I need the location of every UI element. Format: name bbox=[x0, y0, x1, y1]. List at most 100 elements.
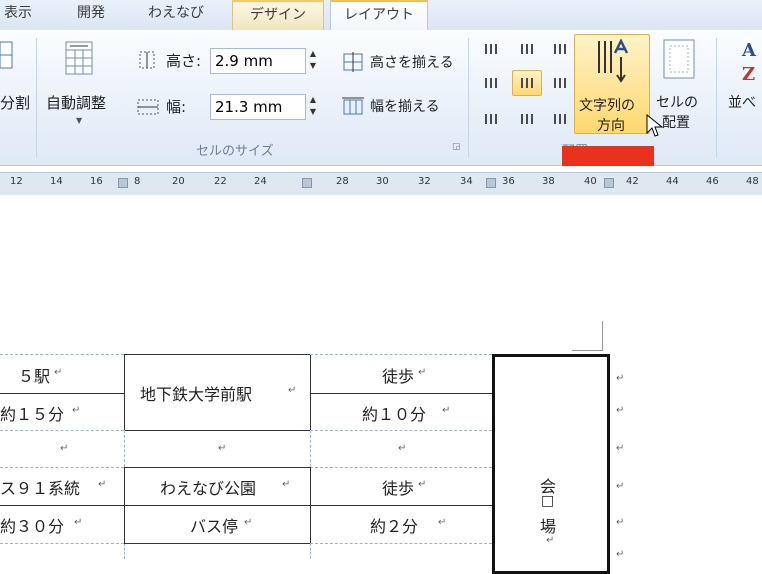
split-cells-icon[interactable] bbox=[0, 40, 14, 72]
text-direction-icon bbox=[598, 39, 629, 83]
row-height-input[interactable]: 2.9 mm bbox=[210, 48, 306, 74]
column-width-icon bbox=[137, 99, 159, 115]
ruler-tick: 42 bbox=[626, 176, 639, 187]
column-marker[interactable] bbox=[302, 178, 312, 188]
paragraph-mark: ↵ bbox=[418, 479, 427, 490]
align-middle-right-icon[interactable] bbox=[548, 74, 570, 92]
gridline bbox=[310, 543, 492, 544]
autofit-button[interactable]: 自動調整 bbox=[46, 92, 106, 113]
height-label: 高さ: bbox=[166, 52, 202, 70]
distribute-rows-icon[interactable] bbox=[342, 52, 366, 72]
sort-button[interactable]: 並べ bbox=[728, 92, 756, 112]
text-direction-label-2: 方向 bbox=[597, 118, 625, 134]
distribute-columns-button[interactable]: 幅を揃える bbox=[370, 96, 440, 116]
cell-size-group-label: セルのサイズ bbox=[196, 144, 274, 159]
text-direction-label-1: 文字列の bbox=[579, 98, 635, 114]
paragraph-mark: ↵ bbox=[72, 405, 81, 416]
column-width-spinner[interactable]: ▲ ▼ bbox=[306, 94, 320, 120]
tab-layout[interactable]: レイアウト bbox=[330, 0, 428, 30]
paragraph-mark: ↵ bbox=[418, 367, 427, 378]
gridline bbox=[310, 543, 311, 559]
column-marker[interactable] bbox=[118, 178, 128, 188]
autofit-icon[interactable] bbox=[62, 38, 96, 78]
tab-waenavi[interactable]: わえなび bbox=[140, 0, 212, 30]
dialog-launcher-icon[interactable]: ◲ bbox=[452, 142, 461, 152]
align-bottom-center-icon[interactable] bbox=[516, 108, 538, 126]
cell-margins-icon[interactable] bbox=[660, 38, 700, 82]
cell-margins-label-1[interactable]: セルの bbox=[656, 92, 698, 112]
row-height-spinner[interactable]: ▲ ▼ bbox=[306, 48, 320, 74]
align-bottom-left-icon[interactable] bbox=[482, 108, 504, 126]
column-width-input[interactable]: 21.3 mm bbox=[210, 94, 306, 120]
ruler-tick: 46 bbox=[706, 176, 719, 187]
table-border bbox=[124, 543, 310, 544]
paragraph-mark: ↵ bbox=[442, 405, 451, 416]
ruler-tick: 28 bbox=[336, 176, 349, 187]
column-marker[interactable] bbox=[604, 178, 614, 188]
align-top-left-icon[interactable] bbox=[482, 42, 504, 60]
ruler-tick: 8 bbox=[134, 176, 141, 187]
svg-text:A: A bbox=[741, 40, 757, 61]
column-marker[interactable] bbox=[486, 178, 496, 188]
tab-design[interactable]: デザイン bbox=[232, 0, 324, 30]
align-middle-left-icon[interactable] bbox=[482, 74, 504, 92]
ruler-tick: 16 bbox=[90, 176, 103, 187]
paragraph-mark: ↵ bbox=[546, 535, 555, 546]
paragraph-mark: ↵ bbox=[398, 443, 407, 454]
paragraph-mark: ↵ bbox=[438, 517, 447, 528]
distribute-columns-icon[interactable] bbox=[342, 96, 366, 116]
red-annotation-bar bbox=[562, 146, 654, 166]
paragraph-mark: ↵ bbox=[60, 443, 69, 454]
split-cells-button[interactable]: 分割 bbox=[0, 92, 30, 113]
cell-margins-label-2[interactable]: 配置 bbox=[662, 112, 690, 132]
gridline bbox=[0, 430, 124, 431]
paragraph-mark: ↵ bbox=[54, 367, 63, 378]
sort-icon[interactable]: A Z bbox=[736, 36, 762, 86]
row-end-mark: ↵ bbox=[616, 373, 625, 384]
table-cell[interactable]: バス停 bbox=[190, 513, 238, 537]
align-top-right-icon[interactable] bbox=[548, 42, 570, 60]
table-cell[interactable]: 徒歩 bbox=[382, 363, 414, 387]
table-border bbox=[310, 393, 492, 394]
gridline bbox=[124, 543, 125, 559]
table-border bbox=[0, 393, 124, 394]
tab-view[interactable]: 表示 bbox=[0, 0, 36, 30]
group-separator bbox=[716, 38, 717, 158]
margin-corner-mark bbox=[602, 321, 603, 351]
table-border bbox=[310, 505, 492, 506]
chevron-down-icon[interactable]: ▼ bbox=[76, 116, 82, 125]
ruler-tick: 36 bbox=[502, 176, 515, 187]
margin-corner-mark bbox=[572, 350, 603, 351]
table-cell[interactable]: ス９１系統 bbox=[0, 475, 80, 499]
gridline bbox=[310, 430, 311, 467]
ruler-tick: 12 bbox=[10, 176, 23, 187]
ribbon-panel: 分割 自動調整 ▼ 高さ: 2.9 mm ▲ ▼ 幅: 21.3 mm ▲ ▼ 高さ… bbox=[0, 30, 762, 166]
paragraph-mark: ↵ bbox=[244, 517, 253, 528]
group-separator bbox=[468, 38, 469, 158]
tab-developer[interactable]: 開発 bbox=[66, 0, 116, 30]
gridline bbox=[310, 467, 492, 468]
table-border bbox=[0, 505, 124, 506]
table-cell[interactable]: 約１０分 bbox=[362, 401, 426, 425]
document-page[interactable]: ５駅 ↵ 約１５分 ↵ 地下鉄大学前駅 ↵ 徒歩 ↵ 約１０分 ↵ ↵ ↵ ↵ … bbox=[0, 195, 762, 574]
table-cell[interactable]: 徒歩 bbox=[382, 475, 414, 499]
table-border bbox=[124, 467, 310, 468]
table-cell[interactable]: 約１５分 bbox=[0, 401, 64, 425]
align-bottom-right-icon[interactable] bbox=[548, 108, 570, 126]
ruler-tick: 14 bbox=[50, 176, 63, 187]
horizontal-ruler[interactable]: 12 14 16 8 20 22 24 28 30 32 34 36 38 40… bbox=[0, 172, 762, 196]
align-middle-center-icon[interactable] bbox=[512, 70, 542, 96]
table-cell[interactable]: 地下鉄大学前駅 bbox=[140, 381, 252, 405]
svg-text:Z: Z bbox=[742, 64, 755, 85]
align-top-center-icon[interactable] bbox=[516, 42, 538, 60]
table-cell[interactable]: 約３０分 bbox=[0, 513, 64, 537]
table-border bbox=[124, 430, 310, 431]
row-end-mark: ↵ bbox=[616, 481, 625, 492]
row-height-icon bbox=[139, 51, 155, 69]
distribute-rows-button[interactable]: 高さを揃える bbox=[370, 52, 454, 72]
table-cell[interactable]: ５駅 bbox=[18, 363, 50, 387]
table-cell[interactable]: 約２分 bbox=[370, 513, 418, 537]
paragraph-mark: ↵ bbox=[218, 443, 227, 454]
text-direction-button[interactable]: 文字列の 方向 bbox=[574, 34, 650, 134]
table-cell[interactable]: わえなび公園 bbox=[160, 475, 256, 499]
